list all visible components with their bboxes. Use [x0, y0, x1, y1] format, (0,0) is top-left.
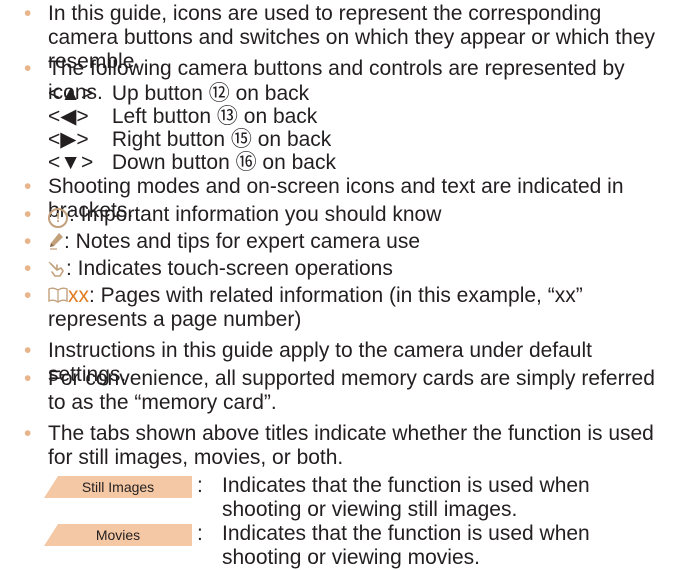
tab-label: Movies — [95, 527, 141, 543]
button-row-up: <▲> Up button ⑫ on back — [48, 82, 309, 106]
tab-desc: Indicates that the function is used when… — [222, 474, 590, 521]
bullet: • — [24, 284, 32, 307]
tab-colon: : — [197, 474, 203, 497]
button-desc: Up button ⑫ on back — [111, 82, 310, 105]
bullet-tabs: • The tabs shown above titles indicate w… — [24, 422, 664, 470]
bullet: • — [24, 203, 32, 226]
tab-desc: Indicates that the function is used when… — [222, 522, 590, 569]
tab-label: Still Images — [81, 479, 155, 495]
bullet: • — [24, 57, 32, 80]
movies-tab: Movies — [44, 524, 192, 546]
bullet-memory-card: • For convenience, all supported memory … — [24, 367, 664, 415]
button-row-right: <▶> Right button ⑮ on back — [48, 128, 331, 152]
left-arrow-icon: <◀> — [48, 105, 89, 128]
bullet: • — [24, 339, 32, 362]
bullet: • — [24, 367, 32, 390]
bullet-text: For convenience, all supported memory ca… — [48, 367, 655, 414]
book-icon — [48, 285, 68, 303]
down-arrow-icon: <▼> — [48, 151, 94, 174]
bullet-touch: • : Indicates touch-screen operations — [24, 257, 664, 283]
still-images-tab: Still Images — [44, 476, 192, 498]
bullet: • — [24, 2, 32, 25]
bullet: • — [24, 422, 32, 445]
important-icon: ! — [48, 208, 68, 228]
bullet: • — [24, 230, 32, 253]
tab-colon: : — [197, 522, 203, 545]
bullet-text: : Notes and tips for expert camera use — [64, 230, 421, 253]
manual-page: • In this guide, icons are used to repre… — [0, 0, 676, 569]
up-arrow-icon: <▲> — [48, 82, 94, 105]
button-row-left: <◀> Left button ⑬ on back — [48, 105, 317, 129]
button-desc: Left button ⑬ on back — [111, 105, 318, 128]
button-row-down: <▼> Down button ⑯ on back — [48, 151, 336, 175]
bullet: • — [24, 175, 32, 198]
page-ref-example: xx — [68, 284, 89, 307]
bullet-text: The tabs shown above titles indicate whe… — [48, 422, 654, 469]
bullet: • — [24, 257, 32, 280]
bullet-important: • !: Important information you should kn… — [24, 203, 664, 228]
button-desc: Right button ⑮ on back — [111, 128, 332, 151]
button-desc: Down button ⑯ on back — [111, 151, 336, 174]
bullet-notes: • : Notes and tips for expert camera use — [24, 230, 664, 256]
right-arrow-icon: <▶> — [48, 128, 89, 151]
bullet-text: : Indicates touch-screen operations — [66, 257, 393, 280]
bullet-text: : Important information you should know — [69, 203, 442, 226]
touch-icon — [48, 259, 66, 283]
bullet-page-ref: • xx: Pages with related information (in… — [24, 284, 664, 332]
pencil-note-icon — [48, 232, 64, 256]
bullet-text: : Pages with related information (in thi… — [48, 284, 583, 331]
